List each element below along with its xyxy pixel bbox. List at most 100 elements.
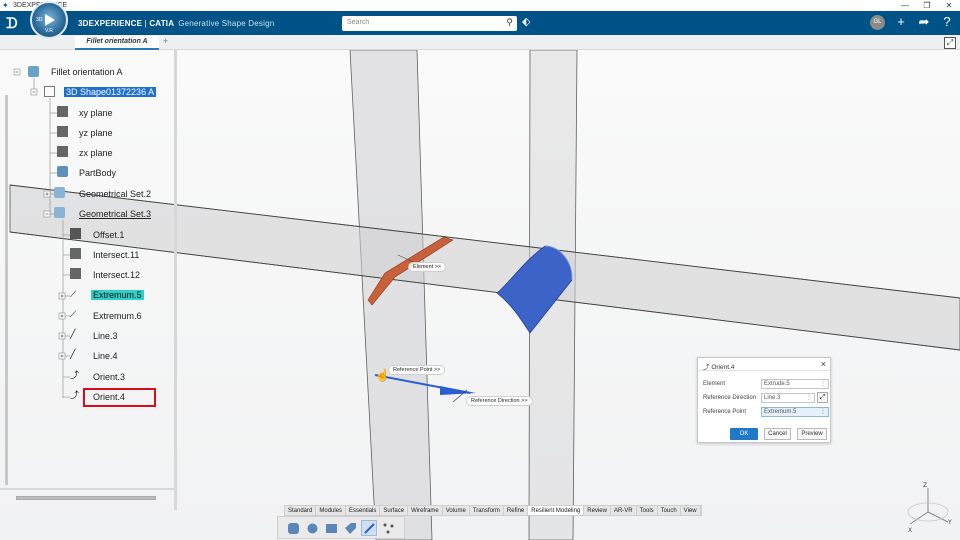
search-input[interactable]: Search ⚲	[342, 16, 517, 31]
reference-point-label[interactable]: Reference Point >>	[388, 365, 446, 375]
reference-point-value: Extremum.5	[764, 409, 797, 415]
ribbon-tab-ar-vr[interactable]: AR-VR	[611, 506, 637, 515]
tab-fillet-orientation[interactable]: Fillet orientation A	[75, 36, 159, 50]
search-icon[interactable]: ⚲	[506, 17, 513, 28]
field-menu-icon[interactable]: ⋮	[820, 408, 826, 415]
app-name: Generative Shape Design	[178, 18, 275, 28]
tag-shape-icon[interactable]	[342, 520, 358, 536]
tree-item-zx-plane[interactable]: zx plane	[79, 148, 113, 158]
direction-picker-icon[interactable]: ⤢	[817, 392, 828, 403]
extremum-icon: ⟋	[70, 289, 77, 299]
compass-widget[interactable]: 3D V.R	[30, 1, 68, 39]
tree-item-orient-3[interactable]: Orient.3	[93, 372, 125, 382]
orient-icon: ⤴	[70, 370, 80, 380]
reference-direction-field[interactable]: Line.3 ⋮	[761, 393, 815, 403]
ribbon-tab-volume[interactable]: Volume	[443, 506, 470, 515]
reference-direction-field-label: Reference Direction	[703, 395, 757, 401]
field-menu-icon[interactable]: ⋮	[820, 380, 826, 387]
left-vertical-surface	[349, 50, 433, 540]
ribbon-tab-refine[interactable]: Refine	[504, 506, 529, 515]
tree-item-yz-plane[interactable]: yz plane	[79, 128, 113, 138]
line-icon: ╱	[70, 329, 76, 339]
dialog-row-reference-point: Reference Point Extremum.5 ⋮	[703, 407, 829, 417]
axis-triad[interactable]: Z X Y	[900, 480, 960, 540]
axis-z-label: Z	[923, 482, 927, 489]
ribbon-tab-modules[interactable]: Modules	[316, 506, 347, 515]
ribbon-tab-resilient-modeling[interactable]: Resilient Modeling	[528, 506, 585, 515]
ribbon-tab-wireframe[interactable]: Wireframe	[408, 506, 443, 515]
preview-button[interactable]: Preview	[797, 428, 827, 440]
tree-vertical-scrollbar[interactable]	[5, 95, 8, 485]
tree-connectors	[13, 68, 70, 398]
help-icon[interactable]: ?	[940, 14, 954, 30]
brand-name: 3DEXPERIENCE	[78, 18, 143, 28]
tree-item-offset-1[interactable]: Offset.1	[93, 230, 124, 240]
tag-icon[interactable]: ⬖	[522, 15, 530, 28]
dialog-title: Orient.4	[711, 364, 735, 371]
add-icon[interactable]: +	[894, 14, 908, 30]
ribbon-tab-touch[interactable]: Touch	[658, 506, 681, 515]
tree-item-extremum-6[interactable]: Extremum.6	[93, 311, 142, 321]
add-tab-icon[interactable]: +	[163, 36, 168, 46]
tree-item-line-4[interactable]: Line.4	[93, 351, 118, 361]
axis-x-label: X	[908, 527, 912, 534]
play-icon[interactable]	[45, 14, 55, 26]
ribbon-tab-standard[interactable]: Standard	[285, 506, 317, 515]
close-window-icon[interactable]: ✕	[938, 1, 960, 10]
gear-shape-icon[interactable]	[305, 520, 321, 536]
plane-icon	[57, 106, 68, 117]
tree-item-intersect-12[interactable]: Intersect.12	[93, 270, 140, 280]
expand-icon[interactable]: ⤢	[944, 37, 956, 49]
reference-direction-label[interactable]: Reference Direction >>	[466, 396, 533, 406]
tree-item-xy-plane[interactable]: xy plane	[79, 108, 113, 118]
element-field[interactable]: Extrude.5 ⋮	[761, 379, 829, 389]
body-icon	[57, 166, 68, 177]
pattern-icon[interactable]	[324, 520, 340, 536]
points-icon[interactable]	[380, 520, 396, 536]
reference-point-field-label: Reference Point	[703, 409, 747, 415]
ribbon-tab-essentials[interactable]: Essentials	[346, 506, 381, 515]
field-menu-icon[interactable]: ⋮	[806, 394, 812, 401]
ribbon-tab-tools[interactable]: Tools	[637, 506, 658, 515]
tree-bottom-splitter	[0, 488, 176, 490]
cursor-hand-icon: ☝	[375, 368, 390, 382]
ds-logo-icon[interactable]: ᗪ	[6, 15, 28, 32]
tab-bar: Fillet orientation A + ⤢	[0, 35, 960, 50]
geometrical-set-icon	[54, 187, 65, 198]
dialog-title-bar[interactable]: ⤴ Orient.4 ×	[698, 358, 830, 371]
avatar[interactable]: GL	[870, 14, 885, 30]
fillet-icon[interactable]	[286, 520, 302, 536]
dialog-row-reference-direction: Reference Direction Line.3 ⋮ ⤢	[703, 392, 828, 403]
orient-dialog: ⤴ Orient.4 × Element Extrude.5 ⋮ Referenc…	[697, 357, 831, 443]
share-icon[interactable]: ➦	[917, 14, 931, 30]
axis-y-label: Y	[947, 519, 952, 526]
tree-item-extremum-5[interactable]: Extremum.5	[91, 290, 144, 300]
dialog-close-icon[interactable]: ×	[821, 359, 826, 369]
tree-splitter[interactable]	[174, 50, 177, 510]
tree-item-intersect-11[interactable]: Intersect.11	[93, 250, 139, 260]
tree-item-geometrical-set-3[interactable]: Geometrical Set.3	[79, 209, 151, 219]
element-label[interactable]: Element >>	[408, 262, 447, 272]
product-icon	[28, 66, 39, 77]
reference-point-field[interactable]: Extremum.5 ⋮	[761, 407, 829, 417]
tree-item-geometrical-set-2[interactable]: Geometrical Set.2	[79, 189, 151, 199]
orient-tool-icon[interactable]	[361, 520, 378, 536]
ribbon-tab-transform[interactable]: Transform	[470, 506, 504, 515]
ok-button[interactable]: OK	[730, 428, 758, 440]
minimize-icon[interactable]: —	[894, 1, 916, 10]
restore-icon[interactable]: ❐	[916, 1, 938, 10]
tree-root[interactable]: Fillet orientation A	[51, 67, 123, 77]
ribbon-tab-review[interactable]: Review	[584, 506, 611, 515]
tree-item-partbody[interactable]: PartBody	[79, 168, 116, 178]
action-bar-tabs: Standard Modules Essentials Surface Wirefram…	[284, 505, 702, 516]
dialog-row-element: Element Extrude.5 ⋮	[703, 379, 829, 389]
tree-horizontal-scrollbar[interactable]	[16, 496, 156, 500]
search-placeholder: Search	[347, 19, 370, 26]
tree-item-line-3[interactable]: Line.3	[93, 331, 118, 341]
reference-direction-value: Line.3	[764, 395, 781, 401]
ribbon-tab-surface[interactable]: Surface	[380, 506, 409, 515]
cancel-button[interactable]: Cancel	[764, 428, 791, 440]
app-title: 3DEXPERIENCE | CATIA Generative Shape Des…	[78, 18, 275, 28]
ribbon-tab-view[interactable]: View	[681, 506, 701, 515]
tree-item-shape[interactable]: 3D Shape01372236 A	[64, 87, 157, 97]
